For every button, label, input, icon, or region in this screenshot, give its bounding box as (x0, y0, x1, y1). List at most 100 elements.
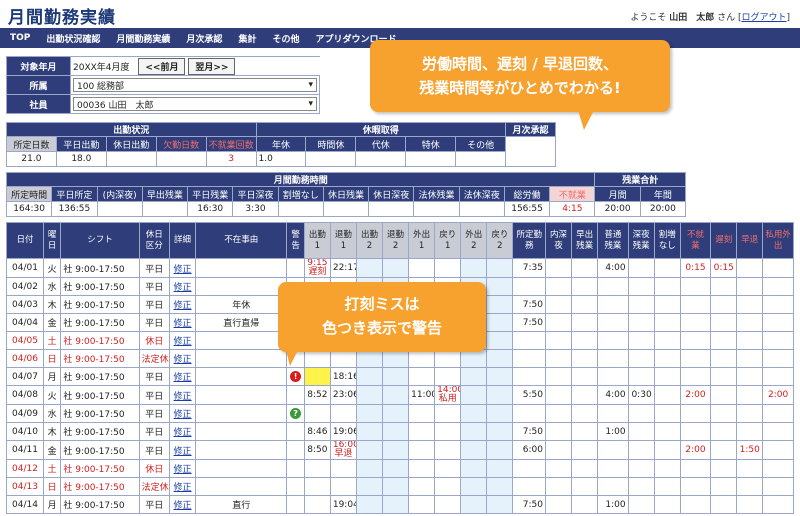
next-month-button[interactable]: 翌月>> (188, 57, 236, 75)
daily-cell (679, 295, 712, 314)
daily-cell (408, 477, 436, 496)
daily-cell (486, 404, 514, 423)
daily-cell (408, 349, 436, 368)
daily-cell (571, 385, 599, 405)
welcome-text: ようこそ 山田 太郎 さん [ログアウト] (630, 13, 790, 23)
daily-cell (408, 367, 436, 386)
edit-link[interactable]: 修正 (169, 422, 197, 441)
daily-row: 04/14 月社 9:00-17:50 平日 修正 直行 19:04 7:50 1:00 (6, 495, 794, 514)
edit-link[interactable]: 修正 (169, 313, 197, 332)
nav-aggregate[interactable]: 集計 (238, 32, 256, 45)
daily-cell (545, 258, 573, 278)
emp-select[interactable]: 00036 山田 太郎 ▾ (73, 97, 317, 111)
daily-header: 早退 (736, 222, 764, 259)
edit-link[interactable]: 修正 (169, 385, 197, 405)
daily-cell: 土 (42, 331, 62, 350)
edit-link[interactable]: 修正 (169, 277, 197, 296)
daily-cell (382, 367, 410, 386)
edit-link[interactable]: 修正 (169, 440, 197, 460)
daily-header: 出勤1 (303, 222, 331, 259)
daily-cell (303, 349, 331, 368)
app-header: 月間勤務実績 ようこそ 山田 太郎 さん [ログアウト] (0, 0, 800, 28)
daily-header: 深夜残業 (627, 222, 655, 259)
daily-cell: 社 9:00-17:50 (60, 422, 140, 441)
late-label: 遅刻 (308, 267, 327, 277)
nav-attendance[interactable]: 出勤状況確認 (46, 32, 100, 45)
exclamation-icon[interactable]: ! (290, 371, 302, 382)
daily-cell (653, 349, 681, 368)
summary-table-1: 出勤状況 休暇取得 月次承認 所定日数 平日出勤 休日出勤 欠勤日数 不就業回数… (6, 122, 556, 167)
daily-cell: 社 9:00-17:50 (60, 495, 140, 514)
daily-cell (653, 295, 681, 314)
daily-cell (512, 367, 547, 386)
daily-cell (710, 277, 738, 296)
summary2-value: 164:30 (5, 201, 53, 217)
daily-header: 出勤2 (355, 222, 384, 259)
daily-cell: 社 9:00-17:50 (60, 440, 140, 460)
daily-cell (597, 331, 629, 350)
daily-cell (460, 404, 488, 423)
nav-top[interactable]: TOP (10, 33, 30, 43)
edit-link[interactable]: 修正 (169, 459, 197, 478)
callout-pointer (578, 110, 594, 130)
edit-link[interactable]: 修正 (169, 349, 197, 368)
daily-cell (486, 277, 514, 296)
daily-cell (736, 349, 764, 368)
edit-link[interactable]: 修正 (169, 367, 197, 386)
daily-cell: 6:00 (512, 440, 547, 460)
daily-cell (408, 258, 436, 278)
daily-cell (736, 367, 764, 386)
edit-link[interactable]: 修正 (169, 331, 197, 350)
daily-cell (545, 277, 573, 296)
nav-monthly[interactable]: 月間勤務実績 (116, 32, 170, 45)
dept-select[interactable]: 100 総務部 ▾ (73, 78, 317, 92)
nav-other[interactable]: その他 (272, 32, 299, 45)
daily-cell: 7:35 (512, 258, 547, 278)
daily-cell (460, 385, 488, 405)
daily-cell (486, 349, 514, 368)
daily-cell: 22:17 (329, 258, 357, 278)
edit-link[interactable]: 修正 (169, 258, 197, 278)
daily-cell (460, 440, 488, 460)
edit-link[interactable]: 修正 (169, 495, 197, 514)
daily-header: 戻り1 (434, 222, 462, 259)
summary2-value: 156:55 (503, 201, 551, 217)
question-icon[interactable]: ? (290, 408, 302, 419)
daily-cell (329, 404, 357, 423)
edit-link[interactable]: 修正 (169, 295, 197, 314)
summary2-header: (内深夜) (96, 186, 143, 202)
edit-link[interactable]: 修正 (169, 404, 197, 423)
daily-cell: 7:50 (512, 295, 547, 314)
daily-cell (710, 367, 738, 386)
nav-approval[interactable]: 月次承認 (186, 32, 222, 45)
summary2-header: 法休深夜 (458, 186, 505, 202)
prev-month-button[interactable]: <<前月 (138, 57, 186, 75)
daily-cell: 社 9:00-17:50 (60, 477, 140, 496)
daily-row: 04/11 金社 9:00-17:50 平日 修正 8:50 16:00 早退 6:00 2:0… (6, 440, 794, 460)
edit-link[interactable]: 修正 (169, 477, 197, 496)
daily-cell (710, 331, 738, 350)
daily-cell (571, 495, 599, 514)
daily-cell (736, 477, 764, 496)
daily-cell (408, 422, 436, 441)
daily-row: 04/10 木社 9:00-17:50 平日 修正 8:46 19:06 7:50 1:00 (6, 422, 794, 441)
daily-cell: 04/08 (6, 385, 44, 405)
daily-cell (679, 349, 712, 368)
daily-cell (762, 440, 794, 460)
daily-cell: 平日 (138, 258, 171, 278)
daily-cell (653, 313, 681, 332)
daily-cell (434, 459, 462, 478)
daily-cell: 社 9:00-17:50 (60, 459, 140, 478)
daily-cell (382, 349, 410, 368)
logout-link[interactable]: ログアウト (741, 13, 786, 23)
chevron-down-icon: ▾ (308, 99, 313, 109)
daily-cell: 直行 (195, 495, 288, 514)
summary2-header: 平日所定 (51, 186, 98, 202)
daily-cell (434, 404, 462, 423)
daily-cell (762, 331, 794, 350)
daily-cell (195, 440, 288, 460)
daily-cell (286, 385, 305, 405)
daily-cell (195, 258, 288, 278)
daily-cell: 04/11 (6, 440, 44, 460)
daily-cell (434, 367, 462, 386)
